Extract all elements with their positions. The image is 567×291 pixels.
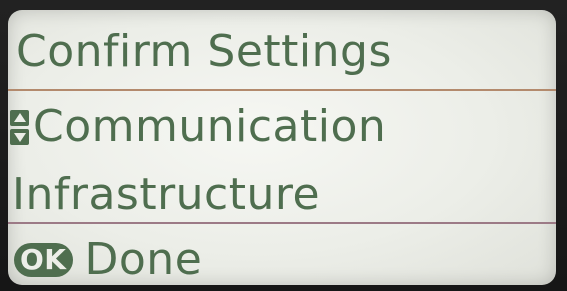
page-title: Confirm Settings: [16, 26, 392, 77]
footer-divider: [8, 222, 556, 224]
device-bezel: Confirm Settings Communication Infrastru…: [0, 0, 567, 291]
setting-label: Communication: [33, 101, 387, 152]
setting-value: Infrastructure: [12, 169, 321, 220]
done-label: Done: [84, 234, 203, 285]
down-arrow-icon[interactable]: [10, 128, 29, 145]
setting-row[interactable]: Communication: [10, 102, 386, 152]
up-down-arrows-icon[interactable]: [10, 109, 31, 145]
up-arrow-icon[interactable]: [10, 109, 29, 126]
ok-button[interactable]: OK: [14, 243, 73, 277]
done-row[interactable]: OK Done: [14, 235, 202, 285]
title-divider: [8, 89, 556, 91]
lcd-screen: Confirm Settings Communication Infrastru…: [8, 10, 556, 285]
